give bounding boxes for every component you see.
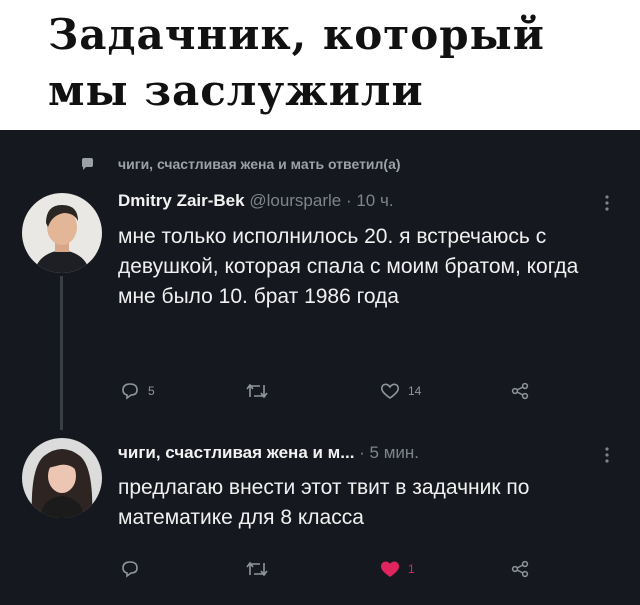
retweet-button[interactable]	[245, 380, 269, 402]
share-button[interactable]	[510, 558, 530, 580]
avatar[interactable]	[22, 438, 102, 518]
like-button[interactable]: 14	[380, 380, 421, 402]
like-count: 1	[408, 562, 415, 576]
reply-context[interactable]: чиги, счастливая жена и мать ответил(а)	[118, 156, 401, 172]
reply-button[interactable]: 5	[120, 380, 155, 402]
caption-line-1: Задачник, который	[48, 10, 545, 59]
timestamp: · 5 мин.	[354, 443, 420, 462]
caption-line-2: мы заслужили	[48, 66, 424, 115]
thread-connector	[60, 276, 63, 430]
tweet-text: предлагаю внести этот твит в задачник по…	[118, 476, 530, 529]
meme-caption: Задачник, который мы заслужили	[0, 0, 640, 130]
reply-count: 5	[148, 384, 155, 398]
reply-icon	[122, 561, 138, 578]
handle-time: @loursparle · 10 ч.	[244, 191, 394, 210]
display-name[interactable]: Dmitry Zair-Bek	[118, 191, 245, 210]
twitter-screenshot: чиги, счастливая жена и мать ответил(а) …	[0, 130, 640, 605]
tweet-header: чиги, счастливая жена и м... · 5 мин.	[118, 443, 419, 463]
reply-indicator-icon	[82, 158, 93, 170]
tweet-text: мне только исполнилось 20. я встречаюсь …	[118, 225, 579, 308]
share-button[interactable]	[510, 380, 530, 402]
like-count: 14	[408, 384, 422, 398]
display-name[interactable]: чиги, счастливая жена и м...	[118, 443, 354, 462]
avatar[interactable]	[22, 193, 102, 273]
tweet-header: Dmitry Zair-Bek @loursparle · 10 ч.	[118, 191, 394, 211]
like-icon	[380, 383, 400, 399]
liked-heart-icon	[380, 561, 400, 577]
more-icon[interactable]	[604, 446, 610, 464]
retweet-icon	[246, 561, 268, 577]
retweet-icon	[246, 383, 268, 399]
reply-icon	[122, 383, 138, 400]
retweet-button[interactable]	[245, 558, 269, 580]
share-icon	[511, 382, 529, 400]
reply-button[interactable]	[120, 558, 140, 580]
more-icon[interactable]	[604, 194, 610, 212]
like-button[interactable]: 1	[380, 558, 415, 580]
share-icon	[511, 560, 529, 578]
